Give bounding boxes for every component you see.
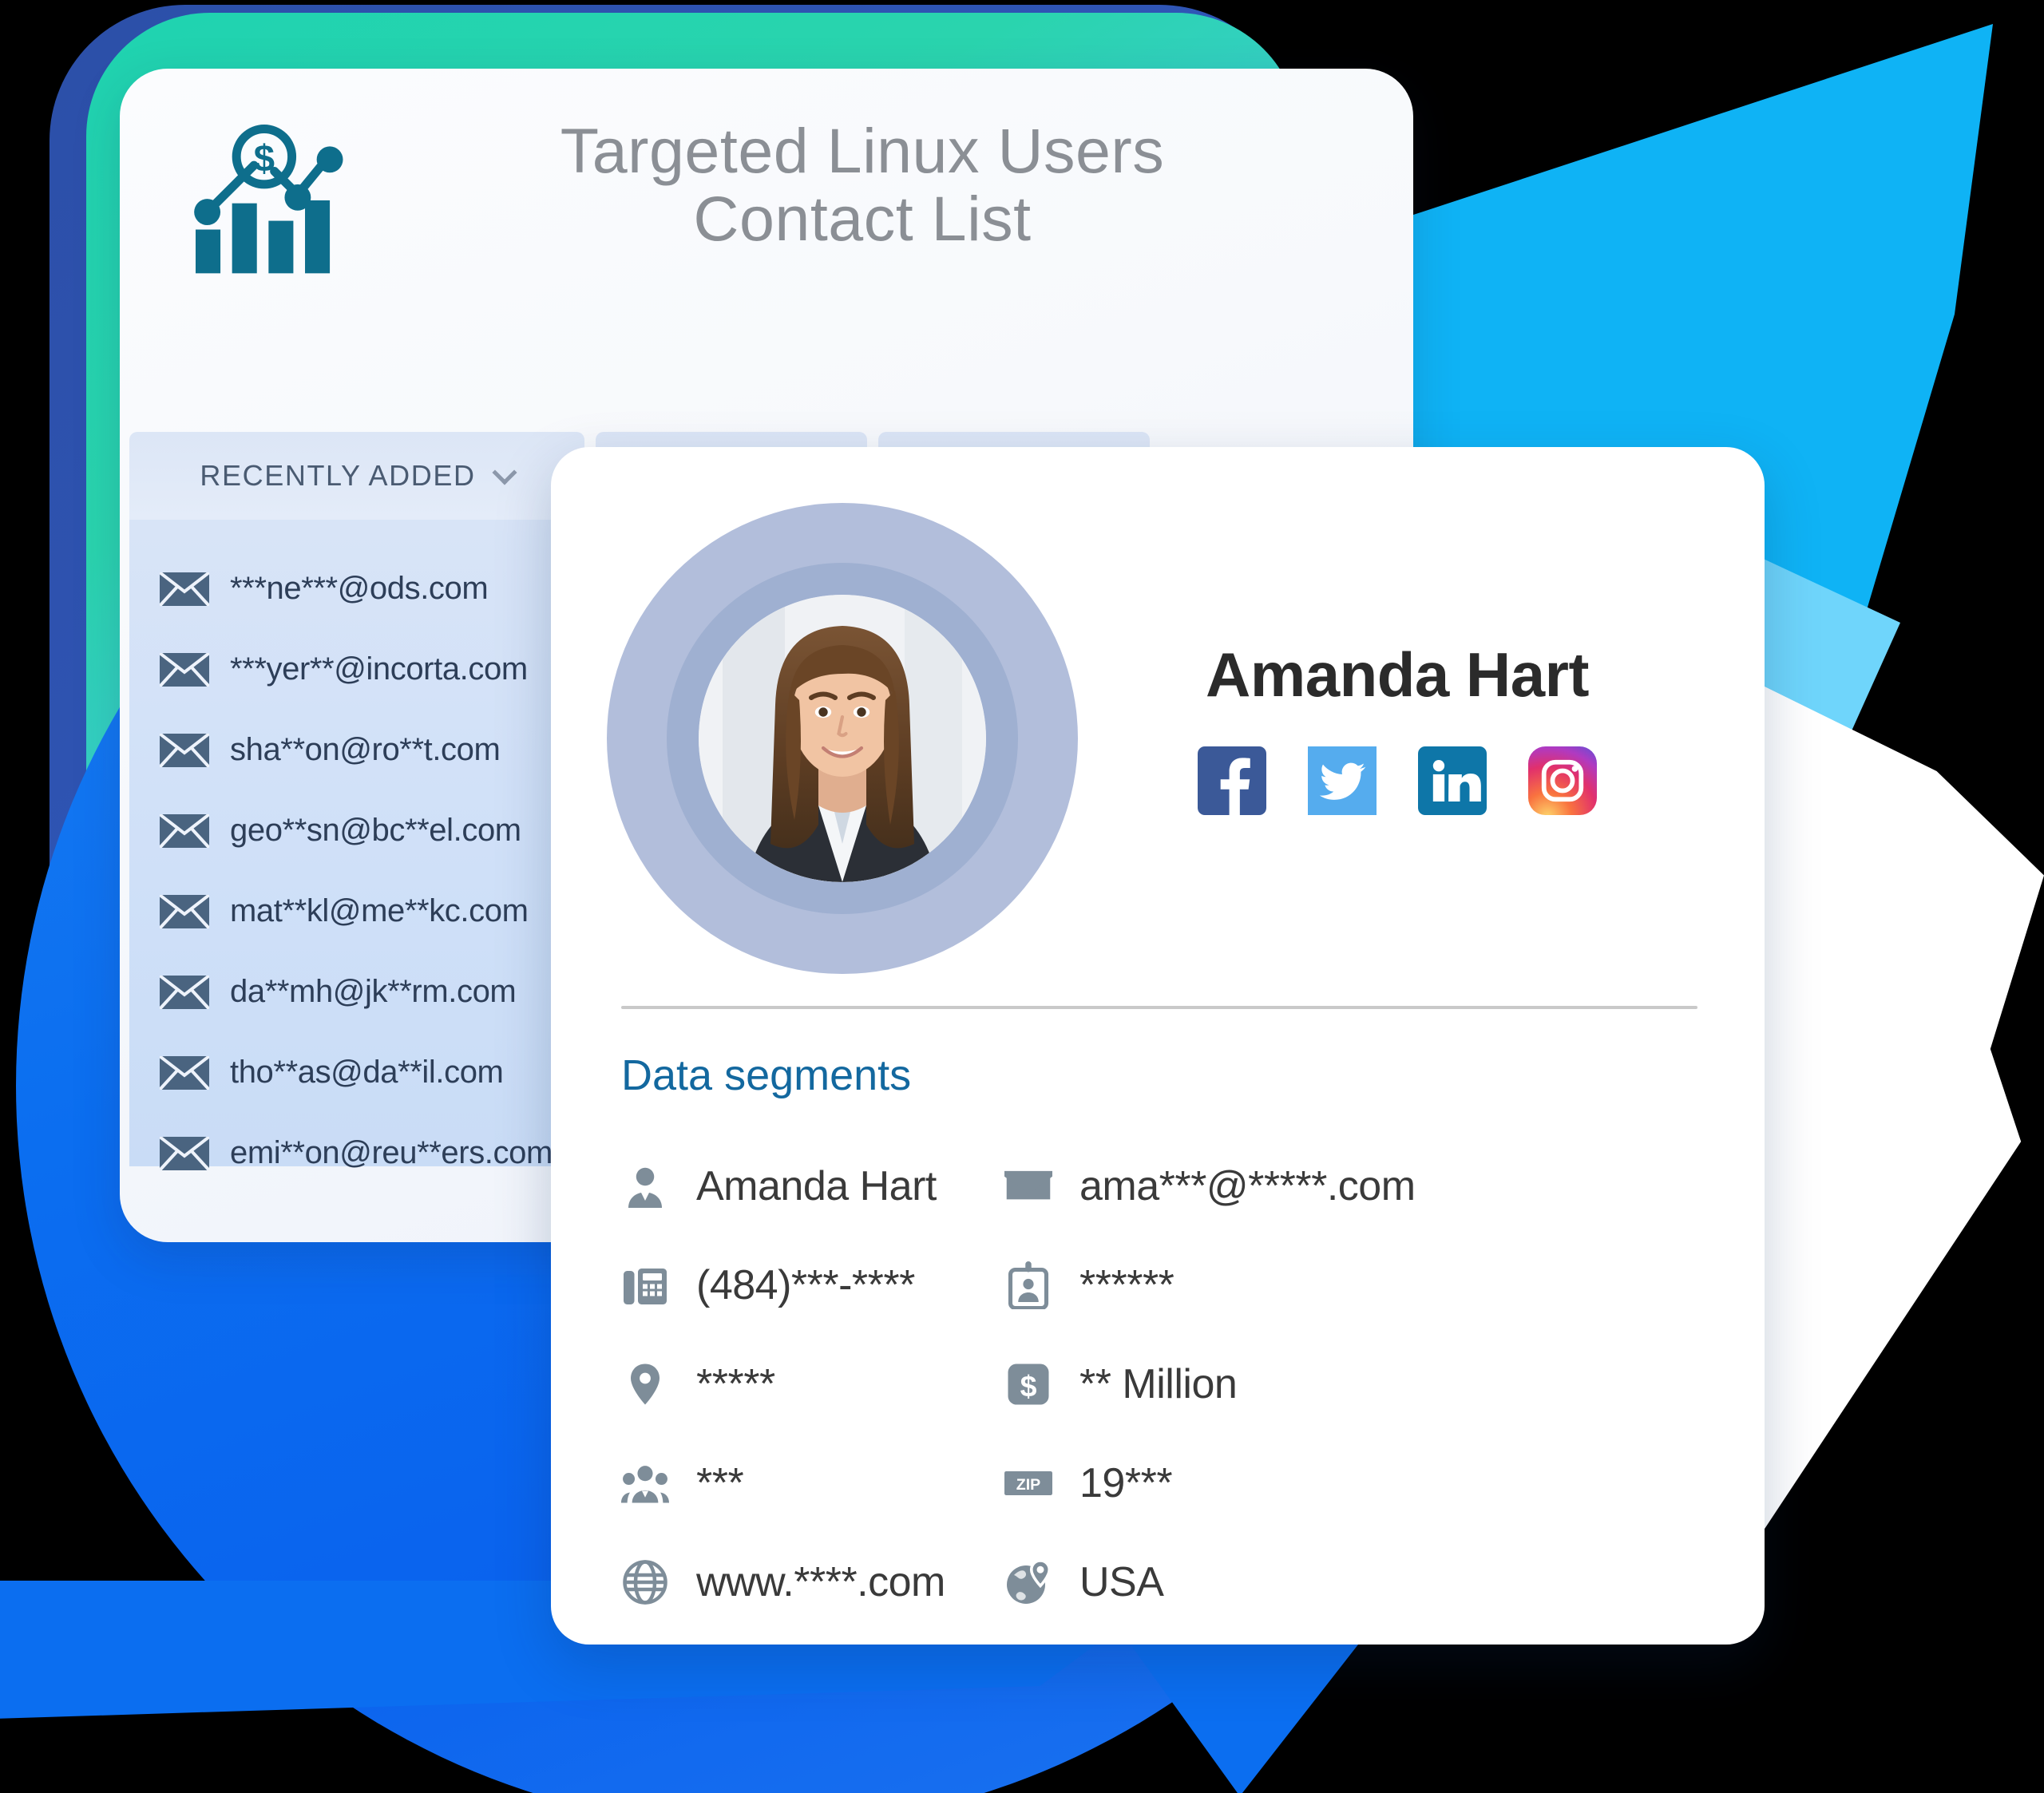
dollar-square-icon: $ bbox=[1004, 1360, 1052, 1408]
envelope-icon bbox=[158, 1134, 211, 1171]
segment-row: *** bbox=[621, 1434, 988, 1533]
segment-row: (484)***-**** bbox=[621, 1236, 988, 1335]
twitter-icon[interactable] bbox=[1308, 746, 1377, 815]
woman-portrait-avatar bbox=[699, 595, 986, 882]
list-item[interactable]: tho**as@da**il.com bbox=[158, 1032, 584, 1113]
map-pin-icon bbox=[621, 1360, 669, 1408]
svg-text:ZIP: ZIP bbox=[1016, 1476, 1041, 1494]
person-icon bbox=[621, 1162, 669, 1210]
segment-value: *** bbox=[696, 1460, 744, 1506]
segments-left-column: Amanda Hart (484)***-**** ***** *** www.… bbox=[621, 1137, 988, 1632]
envelope-icon bbox=[158, 973, 211, 1010]
people-group-icon bbox=[621, 1459, 669, 1507]
segment-value: (484)***-**** bbox=[696, 1262, 915, 1308]
segment-value: USA bbox=[1079, 1559, 1164, 1605]
desk-phone-icon bbox=[621, 1261, 669, 1309]
contact-name-block: Amanda Hart bbox=[1078, 639, 1765, 815]
page-title-line1: Targeted Linux Users bbox=[560, 115, 1165, 186]
globe-web-icon bbox=[621, 1558, 669, 1606]
segment-row: www.****.com bbox=[621, 1533, 988, 1632]
email-address: emi**on@reu**ers.com bbox=[230, 1135, 553, 1170]
segment-row: ama***@*****.com bbox=[1004, 1137, 1416, 1236]
data-segments-heading: Data segments bbox=[621, 1051, 912, 1099]
list-item[interactable]: mat**kl@me**kc.com bbox=[158, 871, 584, 952]
envelope-icon bbox=[158, 1054, 211, 1090]
email-list: ***ne***@ods.com ***yer**@incorta.com sh… bbox=[129, 520, 584, 1171]
envelope-icon bbox=[158, 651, 211, 687]
avatar bbox=[607, 503, 1078, 974]
segment-row: $ ** Million bbox=[1004, 1335, 1372, 1434]
facebook-icon[interactable] bbox=[1198, 746, 1266, 815]
segment-value: ama***@*****.com bbox=[1079, 1163, 1416, 1209]
list-item[interactable]: geo**sn@bc**el.com bbox=[158, 790, 584, 871]
envelope-icon bbox=[158, 570, 211, 607]
tab-recently-added-label: RECENTLY ADDED bbox=[200, 459, 476, 492]
contact-name: Amanda Hart bbox=[1206, 639, 1589, 710]
list-item[interactable]: ***ne***@ods.com bbox=[158, 548, 584, 629]
segment-value: www.****.com bbox=[696, 1559, 945, 1605]
envelope-icon bbox=[158, 893, 211, 929]
card-header: $ Targeted Linux Users Contact List bbox=[120, 69, 1413, 332]
contact-detail-card: Amanda Hart Data segments Amanda Hart (4… bbox=[551, 447, 1765, 1645]
segment-row: USA bbox=[1004, 1533, 1372, 1632]
envelope-icon bbox=[158, 812, 211, 849]
page-title: Targeted Linux Users Contact List bbox=[383, 117, 1341, 253]
email-address: geo**sn@bc**el.com bbox=[230, 813, 521, 848]
page-root: $ Targeted Linux Users Contact List RECE… bbox=[0, 0, 2044, 1793]
envelope-icon bbox=[158, 731, 211, 768]
linkedin-icon[interactable] bbox=[1418, 746, 1487, 815]
list-item[interactable]: sha**on@ro**t.com bbox=[158, 710, 584, 790]
segment-value: Amanda Hart bbox=[696, 1163, 937, 1209]
email-address: tho**as@da**il.com bbox=[230, 1055, 504, 1090]
data-segments-grid: Amanda Hart (484)***-**** ***** *** www.… bbox=[551, 1100, 1765, 1632]
segment-value: 19*** bbox=[1079, 1460, 1173, 1506]
segments-right-column: ama***@*****.com ****** $ ** Million ZIP… bbox=[1004, 1137, 1416, 1632]
segment-value: ****** bbox=[1079, 1262, 1175, 1308]
chevron-down-icon bbox=[493, 462, 514, 483]
segment-row: Amanda Hart bbox=[621, 1137, 988, 1236]
segment-row: ***** bbox=[621, 1335, 988, 1434]
segment-row: ****** bbox=[1004, 1236, 1372, 1335]
page-title-line2: Contact List bbox=[693, 183, 1032, 255]
segment-value: ***** bbox=[696, 1361, 775, 1407]
list-item[interactable]: emi**on@reu**ers.com bbox=[158, 1113, 584, 1193]
envelope-icon bbox=[1004, 1162, 1052, 1210]
email-address: ***ne***@ods.com bbox=[230, 571, 489, 606]
email-address: sha**on@ro**t.com bbox=[230, 732, 501, 767]
contact-header: Amanda Hart bbox=[551, 447, 1765, 974]
instagram-icon[interactable] bbox=[1528, 746, 1597, 815]
social-links bbox=[1078, 746, 1717, 815]
tab-recently-added[interactable]: RECENTLY ADDED bbox=[129, 432, 584, 520]
zip-label-icon: ZIP bbox=[1004, 1459, 1052, 1507]
email-address: da**mh@jk**rm.com bbox=[230, 974, 517, 1009]
list-item[interactable]: ***yer**@incorta.com bbox=[158, 629, 584, 710]
list-item[interactable]: da**mh@jk**rm.com bbox=[158, 952, 584, 1032]
globe-pin-icon bbox=[1004, 1558, 1052, 1606]
segment-value: ** Million bbox=[1079, 1361, 1238, 1407]
bar-chart-dollar-analytics-icon: $ bbox=[184, 125, 359, 276]
id-badge-icon bbox=[1004, 1261, 1052, 1309]
svg-text:$: $ bbox=[254, 137, 275, 180]
segment-row: ZIP 19*** bbox=[1004, 1434, 1372, 1533]
email-address: ***yer**@incorta.com bbox=[230, 651, 528, 687]
svg-text:$: $ bbox=[1020, 1369, 1037, 1403]
email-address: mat**kl@me**kc.com bbox=[230, 893, 529, 928]
